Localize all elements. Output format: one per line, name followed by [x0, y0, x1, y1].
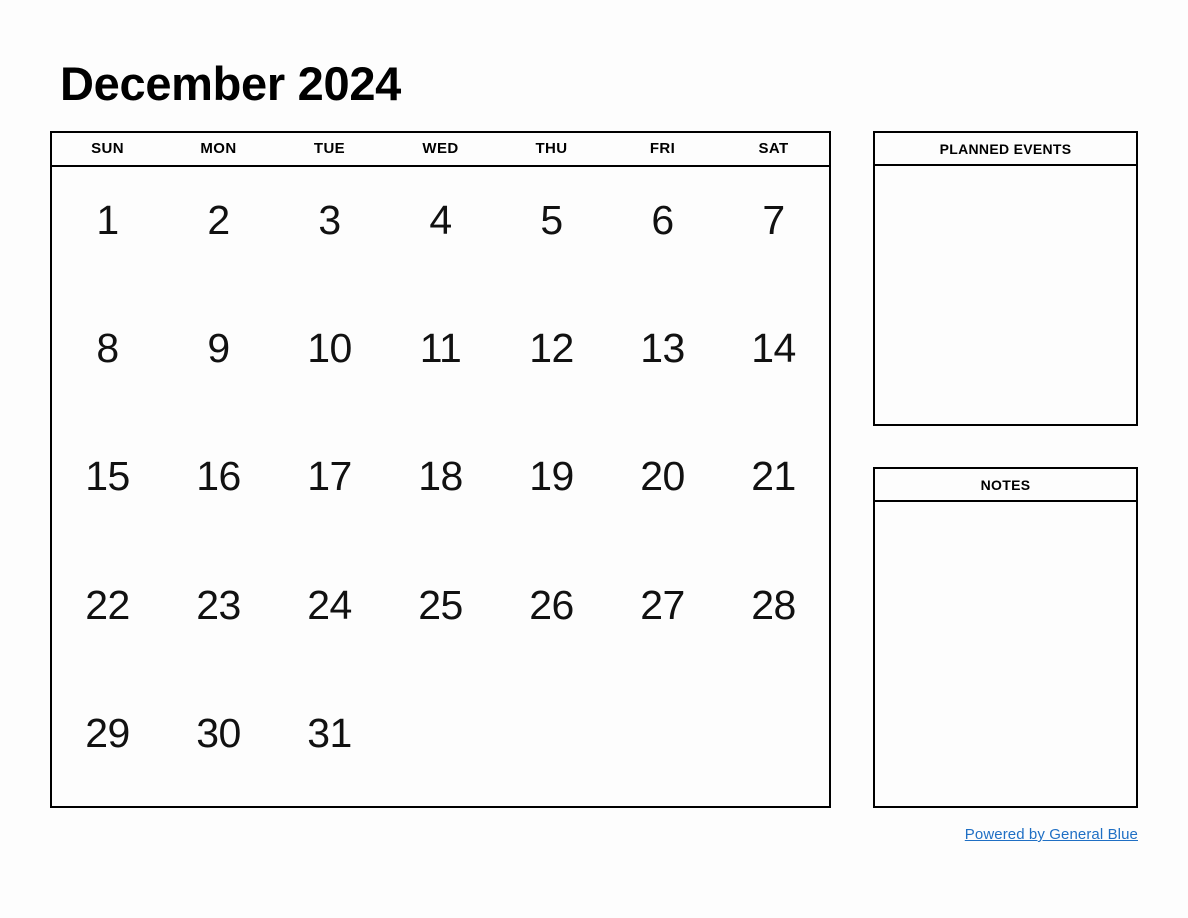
calendar-weeks: 1 2 3 4 5 6 7 8 9 10 11 12 13 14 15 16 1… [52, 167, 829, 808]
day-number: 18 [418, 453, 463, 500]
day-number: 13 [640, 325, 685, 372]
day-cell-empty [718, 680, 829, 808]
day-cell-empty [385, 680, 496, 808]
day-number: 6 [651, 197, 674, 243]
day-number: 2 [207, 197, 230, 243]
day-number: 11 [419, 325, 462, 372]
day-number: 20 [640, 453, 685, 500]
week-row: 1 2 3 4 5 6 7 [52, 167, 829, 295]
day-cell[interactable]: 17 [274, 423, 385, 551]
day-cell[interactable]: 20 [607, 423, 718, 551]
day-number: 8 [96, 325, 119, 372]
day-number: 1 [96, 197, 119, 243]
day-cell[interactable]: 7 [718, 167, 829, 295]
day-number: 23 [196, 581, 241, 628]
day-number: 17 [307, 453, 352, 500]
day-number: 19 [529, 453, 574, 500]
week-row: 8 9 10 11 12 13 14 [52, 295, 829, 423]
week-row: 15 16 17 18 19 20 21 [52, 423, 829, 551]
day-number: 26 [529, 581, 574, 628]
day-number: 29 [85, 709, 130, 756]
weekday-header-tue: TUE [313, 139, 346, 157]
day-cell[interactable]: 16 [163, 423, 274, 551]
day-cell-empty [607, 680, 718, 808]
planned-events-header: PLANNED EVENTS [875, 133, 1136, 166]
day-number: 5 [540, 197, 563, 243]
day-cell[interactable]: 14 [718, 295, 829, 423]
day-number: 30 [196, 709, 241, 756]
day-number: 28 [751, 581, 796, 628]
day-cell[interactable]: 30 [163, 680, 274, 808]
day-cell[interactable]: 22 [52, 552, 163, 680]
day-cell[interactable]: 3 [274, 167, 385, 295]
calendar-page: December 2024 SUN MON TUE WED THU FRI SA… [0, 0, 1188, 918]
day-number: 3 [318, 197, 341, 243]
planned-events-panel: PLANNED EVENTS [873, 131, 1138, 426]
weekday-header-fri: FRI [649, 139, 676, 157]
day-cell[interactable]: 25 [385, 552, 496, 680]
weekday-header-mon: MON [200, 139, 237, 157]
day-number: 12 [529, 325, 574, 372]
weekday-header-row: SUN MON TUE WED THU FRI SAT [52, 133, 829, 167]
day-cell[interactable]: 13 [607, 295, 718, 423]
day-cell[interactable]: 18 [385, 423, 496, 551]
notes-panel: NOTES [873, 467, 1138, 808]
day-cell[interactable]: 8 [52, 295, 163, 423]
notes-header: NOTES [875, 469, 1136, 502]
day-cell[interactable]: 31 [274, 680, 385, 808]
day-cell[interactable]: 6 [607, 167, 718, 295]
day-cell[interactable]: 19 [496, 423, 607, 551]
day-number: 9 [207, 325, 230, 372]
week-row: 29 30 31 [52, 680, 829, 808]
day-cell[interactable]: 2 [163, 167, 274, 295]
day-number: 22 [85, 581, 130, 628]
day-cell[interactable]: 28 [718, 552, 829, 680]
day-number: 27 [640, 581, 685, 628]
day-number: 24 [307, 581, 352, 628]
day-number: 10 [307, 325, 352, 372]
day-number: 25 [418, 581, 463, 628]
day-cell[interactable]: 21 [718, 423, 829, 551]
day-cell[interactable]: 29 [52, 680, 163, 808]
weekday-header-sat: SAT [758, 139, 789, 157]
weekday-header-sun: SUN [91, 139, 124, 157]
day-cell[interactable]: 23 [163, 552, 274, 680]
week-row: 22 23 24 25 26 27 28 [52, 552, 829, 680]
day-cell[interactable]: 15 [52, 423, 163, 551]
day-number: 7 [762, 197, 785, 243]
day-cell[interactable]: 12 [496, 295, 607, 423]
day-cell[interactable]: 24 [274, 552, 385, 680]
page-title: December 2024 [60, 57, 402, 110]
powered-by-link[interactable]: Powered by General Blue [965, 826, 1138, 843]
day-cell[interactable]: 1 [52, 167, 163, 295]
day-number: 15 [85, 453, 130, 500]
day-cell[interactable]: 10 [274, 295, 385, 423]
day-number: 21 [751, 453, 796, 500]
notes-body[interactable] [875, 502, 1136, 806]
day-number: 14 [751, 325, 796, 372]
planned-events-body[interactable] [875, 166, 1136, 424]
day-cell[interactable]: 5 [496, 167, 607, 295]
weekday-header-wed: WED [422, 139, 459, 157]
day-cell[interactable]: 9 [163, 295, 274, 423]
day-cell[interactable]: 26 [496, 552, 607, 680]
day-number: 4 [429, 197, 452, 243]
day-number: 31 [307, 709, 352, 756]
day-cell-empty [496, 680, 607, 808]
weekday-header-thu: THU [535, 139, 568, 157]
day-number: 16 [196, 453, 241, 500]
footer: Powered by General Blue [873, 826, 1138, 843]
day-cell[interactable]: 4 [385, 167, 496, 295]
day-cell[interactable]: 11 [385, 295, 496, 423]
calendar-grid: SUN MON TUE WED THU FRI SAT 1 2 3 4 5 6 … [50, 131, 831, 808]
day-cell[interactable]: 27 [607, 552, 718, 680]
